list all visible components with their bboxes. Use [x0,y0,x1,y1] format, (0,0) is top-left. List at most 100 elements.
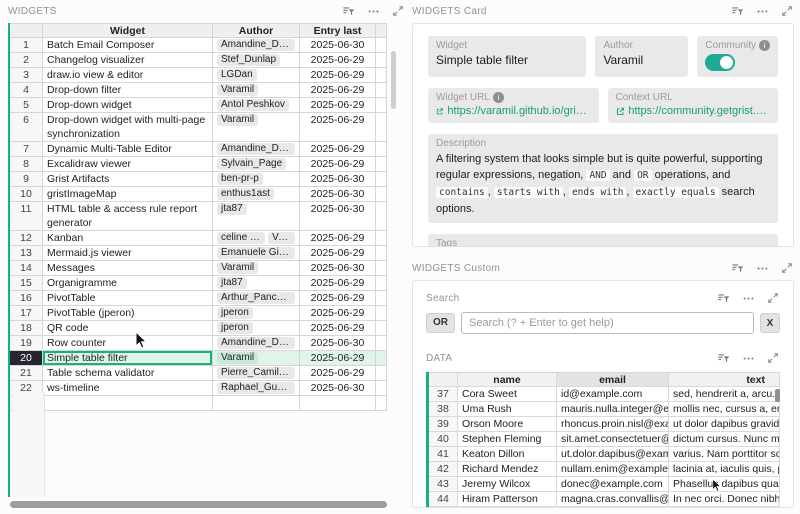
date-cell[interactable]: 2025-06-30 [300,172,376,187]
text-cell[interactable]: lacinia at, iaculis quis, pede. Praesent… [669,462,780,477]
expand-icon[interactable] [392,5,405,18]
email-cell[interactable]: nullam.enim@example.com [557,462,669,477]
author-cell[interactable]: Varamil [213,113,300,142]
row-number-cell[interactable]: 8 [10,157,43,172]
author-cell[interactable] [213,396,300,411]
sort-filter-icon[interactable] [342,5,355,18]
data-vertical-scrollbar[interactable] [775,389,780,402]
widget-cell[interactable]: Drop-down widget [43,98,213,113]
author-cell[interactable]: Sylvain_Page [213,157,300,172]
row-number-cell[interactable]: 16 [10,291,43,306]
date-cell[interactable]: 2025-06-29 [300,142,376,157]
row-number-cell[interactable]: 43 [429,477,458,492]
widget-url-link[interactable]: https://varamil.github.io/grist-widget/s… [436,105,591,117]
date-cell[interactable]: 2025-06-29 [300,306,376,321]
widget-cell[interactable]: Table schema validator [43,366,213,381]
author-cell[interactable]: Emanuele Gissi [213,246,300,261]
author-cell[interactable]: Arthur_Panckoucke [213,291,300,306]
empty-cell[interactable] [376,306,387,321]
row-number-cell[interactable]: 38 [429,402,458,417]
date-cell[interactable]: 2025-06-30 [300,381,376,396]
empty-cell[interactable] [376,291,387,306]
name-cell[interactable]: Rahim Velez [458,507,557,508]
vertical-scrollbar[interactable] [391,51,396,109]
row-number-cell[interactable]: 2 [10,53,43,68]
date-cell[interactable]: 2025-06-29 [300,83,376,98]
widget-cell[interactable] [43,396,213,411]
name-cell[interactable]: Richard Mendez [458,462,557,477]
text-cell[interactable]: Morbi sit amet massa. Quisque porttitor … [669,507,780,508]
horizontal-scrollbar[interactable] [10,501,395,509]
row-number-cell[interactable]: 1 [10,38,43,53]
row-number-cell[interactable]: 3 [10,68,43,83]
date-cell[interactable]: 2025-06-29 [300,351,376,366]
widget-cell[interactable]: PivotTable (jperon) [43,306,213,321]
author-cell[interactable]: LGDan [213,68,300,83]
field-description[interactable]: Description A filtering system that look… [428,134,778,223]
expand-icon[interactable] [767,292,780,305]
widget-cell[interactable]: HTML table & access rule report generato… [43,202,213,231]
widget-cell[interactable]: Mermaid.js viewer [43,246,213,261]
author-cell[interactable]: Amandine_Dugrain [213,38,300,53]
more-options-icon[interactable] [742,292,755,305]
text-cell[interactable]: ut dolor dapibus gravida. Aliquam tincid… [669,417,780,432]
row-number-cell[interactable]: 7 [10,142,43,157]
field-tags[interactable]: Tags Utility [428,234,778,246]
name-cell[interactable]: Stephen Fleming [458,432,557,447]
widget-cell[interactable]: Messages [43,261,213,276]
field-widget[interactable]: Widget Simple table filter [428,36,587,77]
info-icon[interactable]: i [492,92,504,103]
email-cell[interactable]: ut.dolor.dapibus@example.com [557,447,669,462]
row-number-cell[interactable]: 9 [10,172,43,187]
row-number-cell[interactable]: 4 [10,83,43,98]
row-number-cell[interactable]: 15 [10,276,43,291]
field-community[interactable]: Community i [697,36,778,77]
name-cell[interactable]: Hiram Patterson [458,492,557,507]
author-cell[interactable]: jperon [213,306,300,321]
row-number-cell[interactable]: 39 [429,417,458,432]
widget-cell[interactable]: Dynamic Multi-Table Editor [43,142,213,157]
empty-cell[interactable] [376,381,387,396]
row-number-cell[interactable]: 19 [10,336,43,351]
community-toggle[interactable] [705,54,736,71]
column-header-email[interactable]: email [557,372,669,387]
row-number-cell[interactable]: 11 [10,202,43,231]
text-cell[interactable]: varius. Nam porttitor scelerisque neque.… [669,447,780,462]
author-cell[interactable]: Varamil [213,351,300,366]
sort-filter-icon[interactable] [731,262,744,275]
date-cell[interactable]: 2025-06-29 [300,321,376,336]
widget-cell[interactable]: Kanban [43,231,213,246]
empty-cell[interactable] [376,202,387,231]
widget-cell[interactable]: Row counter [43,336,213,351]
empty-cell[interactable] [376,231,387,246]
author-cell[interactable]: Pierre_Camilleri [213,366,300,381]
author-cell[interactable]: Raphael_Guenot [213,381,300,396]
row-number-cell[interactable]: 44 [429,492,458,507]
empty-cell[interactable] [376,187,387,202]
empty-cell[interactable] [376,157,387,172]
text-cell[interactable]: In nec orci. Donec nibh. Quisque nonummy… [669,492,780,507]
clear-search-button[interactable]: X [760,313,780,333]
date-cell[interactable]: 2025-06-30 [300,261,376,276]
author-cell[interactable]: Amandine_Dugrain [213,142,300,157]
author-cell[interactable]: jta87 [213,276,300,291]
column-header-author[interactable]: Author [213,23,300,38]
column-header-updated[interactable]: Entry last updated [300,23,376,38]
column-header-extra[interactable] [376,23,387,38]
widget-cell[interactable]: QR code [43,321,213,336]
widget-cell[interactable]: Excalidraw viewer [43,157,213,172]
row-number-cell[interactable]: 14 [10,261,43,276]
date-cell[interactable]: 2025-06-29 [300,68,376,83]
date-cell[interactable]: 2025-06-29 [300,291,376,306]
date-cell[interactable]: 2025-06-30 [300,187,376,202]
date-cell[interactable]: 2025-06-29 [300,53,376,68]
row-number-cell[interactable]: 42 [429,462,458,477]
expand-icon[interactable] [781,5,794,18]
empty-cell[interactable] [376,246,387,261]
empty-cell[interactable] [376,351,387,366]
author-cell[interactable]: jta87 [213,202,300,231]
context-url-link[interactable]: https://community.getgrist.com/t/si… [616,105,770,117]
row-number-cell[interactable]: 45 [429,507,458,508]
email-cell[interactable]: magna.cras.convallis@exam… [557,492,669,507]
empty-cell[interactable] [376,142,387,157]
